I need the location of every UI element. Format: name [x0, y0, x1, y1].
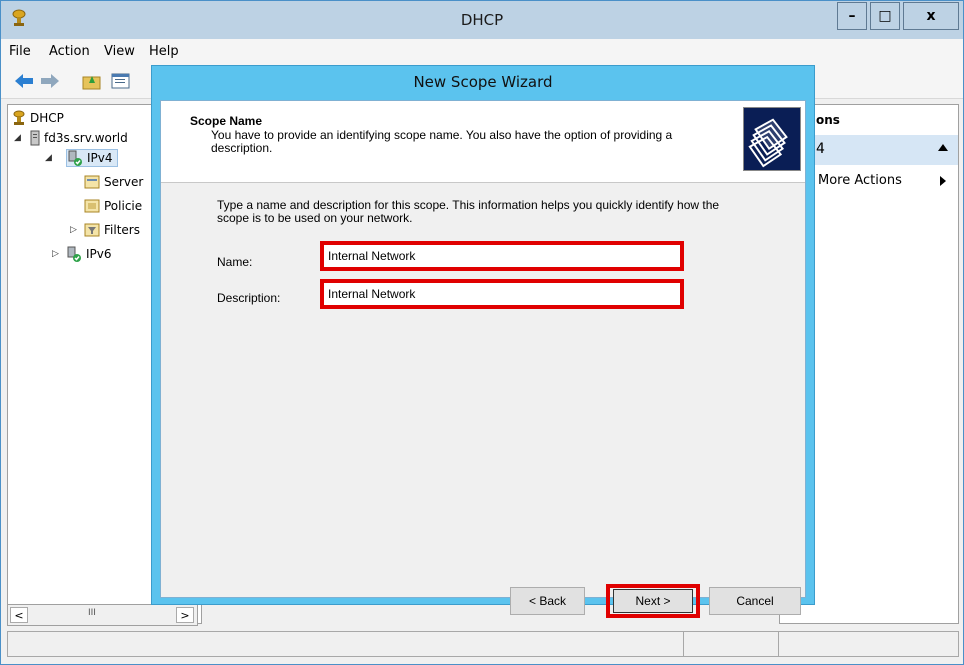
- tree-label: IPv6: [86, 247, 112, 261]
- page-title: Scope Name: [190, 114, 263, 128]
- ipv6-icon: [67, 246, 81, 262]
- tree-label: Server: [104, 175, 144, 189]
- title-bar: DHCP – □ x: [1, 1, 963, 39]
- page-description: You have to provide an identifying scope…: [211, 128, 673, 155]
- wizard-title: New Scope Wizard: [413, 73, 553, 91]
- back-arrow-icon[interactable]: [13, 71, 35, 91]
- ipv4-icon: [68, 150, 82, 166]
- cancel-button[interactable]: Cancel: [709, 587, 801, 615]
- show-hide-tree-icon[interactable]: [110, 71, 132, 91]
- up-folder-icon[interactable]: [81, 71, 103, 91]
- scroll-left-icon[interactable]: <: [10, 607, 28, 623]
- tree-item-policies[interactable]: Policie: [84, 197, 142, 215]
- menu-action[interactable]: Action: [49, 44, 90, 59]
- actions-section-label: 4: [816, 141, 825, 157]
- status-divider: [778, 632, 779, 656]
- minimize-icon: –: [848, 8, 856, 24]
- menu-view[interactable]: View: [104, 44, 135, 59]
- new-scope-wizard-dialog: New Scope Wizard Scope Name You have to …: [151, 65, 815, 618]
- server-options-icon: [84, 175, 100, 189]
- tree-label: IPv4: [87, 151, 113, 165]
- window-title: DHCP: [460, 11, 504, 29]
- description-label: Description:: [217, 291, 281, 305]
- tree-label: Policie: [104, 199, 143, 213]
- close-button[interactable]: x: [903, 2, 959, 30]
- maximize-button[interactable]: □: [870, 2, 900, 30]
- scope-description-input[interactable]: Internal Network: [320, 279, 684, 309]
- scope-name-input[interactable]: Internal Network: [320, 241, 684, 271]
- policies-icon: [84, 199, 100, 213]
- name-label: Name:: [217, 255, 253, 269]
- more-actions-link[interactable]: More Actions: [818, 173, 902, 188]
- dhcp-icon: [13, 110, 25, 125]
- status-bar: [7, 631, 959, 657]
- tree-item-dhcp[interactable]: DHCP: [12, 109, 64, 127]
- collapse-up-icon[interactable]: [938, 144, 948, 151]
- forward-arrow-icon[interactable]: [39, 71, 61, 91]
- collapsed-icon[interactable]: ▷: [52, 249, 59, 259]
- close-icon: x: [926, 8, 936, 24]
- wizard-pages-icon: [743, 107, 801, 171]
- scroll-thumb-grip[interactable]: III: [88, 608, 96, 618]
- tree-item-ipv6[interactable]: ▷ IPv6: [52, 245, 112, 263]
- scroll-right-icon[interactable]: >: [176, 607, 194, 623]
- wizard-header: Scope Name You have to provide an identi…: [161, 101, 805, 183]
- maximize-icon: □: [878, 8, 892, 24]
- expanded-icon[interactable]: ◢: [45, 153, 52, 163]
- filters-icon: [84, 223, 100, 237]
- status-divider: [683, 632, 684, 656]
- tree-label: DHCP: [30, 111, 64, 125]
- tree-horizontal-scrollbar[interactable]: < III >: [7, 604, 198, 626]
- wizard-body: Scope Name You have to provide an identi…: [160, 100, 806, 618]
- server-icon: [30, 130, 40, 146]
- menu-bar: File Action View Help: [1, 39, 963, 63]
- next-button[interactable]: Next >: [613, 589, 693, 613]
- menu-help[interactable]: Help: [149, 44, 179, 59]
- expanded-icon[interactable]: ◢: [14, 133, 21, 143]
- instruction-text: Type a name and description for this sco…: [217, 198, 720, 225]
- tree-label: Filters: [104, 223, 140, 237]
- tree-item-server[interactable]: ◢ fd3s.srv.world: [14, 129, 128, 147]
- submenu-arrow-icon: [940, 176, 946, 186]
- collapsed-icon[interactable]: ▷: [70, 225, 77, 235]
- tree-item-server-options[interactable]: Server: [84, 173, 143, 191]
- menu-file[interactable]: File: [9, 44, 31, 59]
- minimize-button[interactable]: –: [837, 2, 867, 30]
- tree-label: fd3s.srv.world: [44, 131, 128, 145]
- back-button[interactable]: < Back: [510, 587, 585, 615]
- tree-item-filters[interactable]: ▷ Filters: [70, 221, 140, 239]
- tree-item-ipv4[interactable]: ◢ IPv4: [45, 149, 118, 167]
